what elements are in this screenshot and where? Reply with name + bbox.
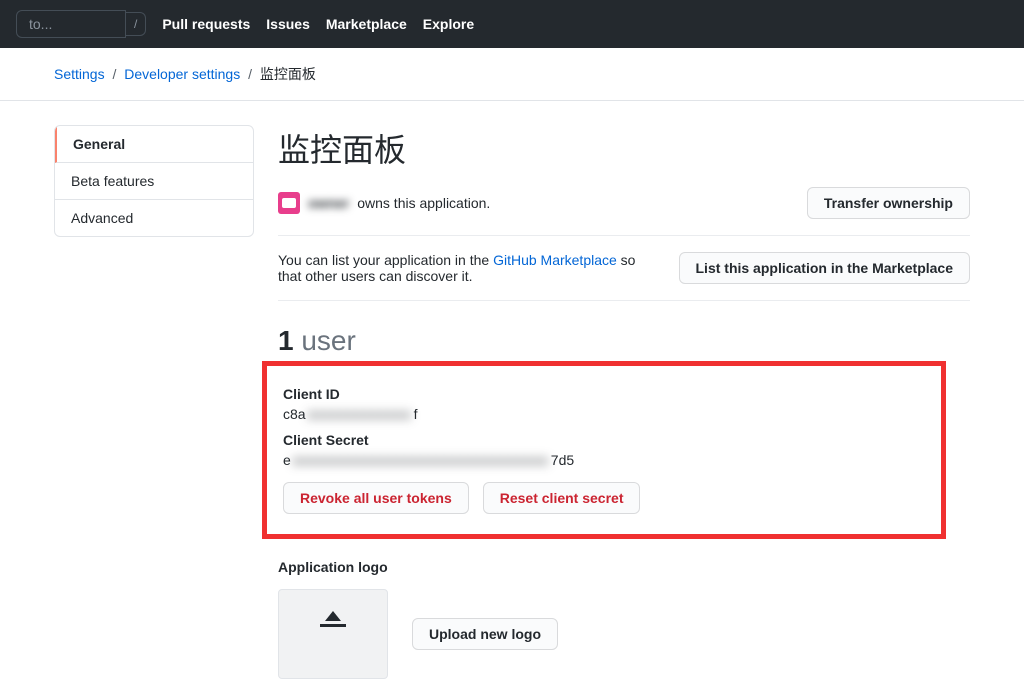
owns-text: owns this application. <box>357 195 490 211</box>
client-id-masked: xxxxxxxxxxxxx <box>308 406 412 422</box>
crumb-settings[interactable]: Settings <box>54 66 105 82</box>
upload-icon <box>320 624 346 644</box>
user-count: 1 user <box>278 325 970 357</box>
search-input[interactable] <box>16 10 126 38</box>
slash-shortcut-badge: / <box>126 12 146 36</box>
search-wrap: / <box>16 10 146 38</box>
credentials-highlight-box: Client ID c8axxxxxxxxxxxxxf Client Secre… <box>262 361 946 539</box>
layout: General Beta features Advanced 监控面板 owne… <box>22 125 1002 679</box>
marketplace-row: You can list your application in the Git… <box>278 252 970 301</box>
crumb-sep: / <box>248 66 252 82</box>
github-marketplace-link[interactable]: GitHub Marketplace <box>493 252 617 268</box>
client-id-value: c8axxxxxxxxxxxxxf <box>283 406 925 422</box>
client-secret-value: exxxxxxxxxxxxxxxxxxxxxxxxxxxxxxxx7d5 <box>283 452 925 468</box>
logo-row: Upload new logo <box>278 589 970 679</box>
owner-avatar <box>278 192 300 214</box>
nav-marketplace[interactable]: Marketplace <box>326 16 407 32</box>
client-id-prefix: c8a <box>283 406 306 422</box>
client-secret-suffix: 7d5 <box>551 452 574 468</box>
main-content: 监控面板 owner owns this application. Transf… <box>278 125 970 679</box>
owner-name: owner <box>308 195 349 211</box>
mkt-pre: You can list your application in the <box>278 252 493 268</box>
credential-buttons: Revoke all user tokens Reset client secr… <box>283 482 925 514</box>
sidebar-item-general[interactable]: General <box>55 126 253 163</box>
crumb-sep: / <box>112 66 116 82</box>
nav-explore[interactable]: Explore <box>423 16 474 32</box>
page-title: 监控面板 <box>278 125 970 171</box>
sidebar: General Beta features Advanced <box>54 125 254 679</box>
client-id-suffix: f <box>414 406 418 422</box>
user-count-label: user <box>294 325 356 356</box>
user-count-number: 1 <box>278 325 294 356</box>
crumb-developer-settings[interactable]: Developer settings <box>124 66 240 82</box>
owner-info: owner owns this application. <box>278 192 490 214</box>
sidebar-item-advanced[interactable]: Advanced <box>55 200 253 236</box>
top-bar: / Pull requests Issues Marketplace Explo… <box>0 0 1024 48</box>
client-secret-label: Client Secret <box>283 432 925 448</box>
breadcrumb-row: Settings / Developer settings / 监控面板 <box>0 48 1024 101</box>
application-logo-heading: Application logo <box>278 559 970 575</box>
transfer-ownership-button[interactable]: Transfer ownership <box>807 187 970 219</box>
crumb-current: 监控面板 <box>260 66 316 82</box>
upload-logo-button[interactable]: Upload new logo <box>412 618 558 650</box>
nav-pull-requests[interactable]: Pull requests <box>162 16 250 32</box>
breadcrumb: Settings / Developer settings / 监控面板 <box>22 64 1002 84</box>
client-secret-masked: xxxxxxxxxxxxxxxxxxxxxxxxxxxxxxxx <box>293 452 549 468</box>
nav-issues[interactable]: Issues <box>266 16 310 32</box>
revoke-tokens-button[interactable]: Revoke all user tokens <box>283 482 469 514</box>
marketplace-text: You can list your application in the Git… <box>278 252 655 284</box>
owner-row: owner owns this application. Transfer ow… <box>278 187 970 236</box>
top-nav: Pull requests Issues Marketplace Explore <box>162 16 474 32</box>
client-secret-prefix: e <box>283 452 291 468</box>
logo-dropzone[interactable] <box>278 589 388 679</box>
reset-secret-button[interactable]: Reset client secret <box>483 482 641 514</box>
sidebar-item-beta-features[interactable]: Beta features <box>55 163 253 200</box>
sidebar-menu: General Beta features Advanced <box>54 125 254 237</box>
list-in-marketplace-button[interactable]: List this application in the Marketplace <box>679 252 971 284</box>
client-id-label: Client ID <box>283 386 925 402</box>
